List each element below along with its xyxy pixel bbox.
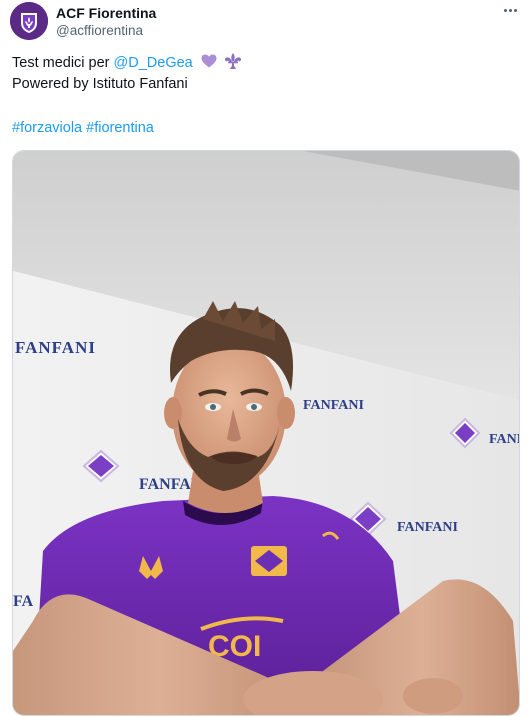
more-options-icon[interactable] <box>498 0 522 20</box>
tweet-line-1: Test medici per @D_DeGea <box>12 52 243 74</box>
tweet-text-prefix: Test medici per <box>12 55 114 71</box>
mention-link[interactable]: @D_DeGea <box>114 55 193 71</box>
account-identity: ACF Fiorentina @acffiorentina <box>56 4 156 40</box>
hashtag-forzaviola[interactable]: #forzaviola <box>12 120 82 136</box>
account-avatar[interactable] <box>10 2 48 40</box>
svg-text:FANFANI: FANFANI <box>303 398 364 413</box>
tweet-line-2: Powered by Istituto Fanfani <box>12 76 188 92</box>
tweet-text: Test medici per @D_DeGea Powered by Isti… <box>12 52 243 95</box>
purple-heart-icon <box>201 54 217 68</box>
photo-goalkeeper: FANFANI FANFANI FANFANI FANFANI FANFANI … <box>13 151 520 715</box>
hashtag-line: #forzaviola #fiorentina <box>12 118 154 139</box>
svg-text:FANFANI: FANFANI <box>489 432 520 447</box>
svg-text:FANFANI: FANFANI <box>15 338 96 357</box>
fiorentina-crest-icon <box>10 2 48 40</box>
fleur-de-lis-icon <box>224 53 241 69</box>
svg-text:FANFANI: FANFANI <box>397 520 458 535</box>
hashtag-fiorentina[interactable]: #fiorentina <box>86 120 154 136</box>
display-name[interactable]: ACF Fiorentina <box>56 4 156 22</box>
account-handle[interactable]: @acffiorentina <box>56 22 156 40</box>
svg-text:FA: FA <box>13 593 34 610</box>
tweet-card: ACF Fiorentina @acffiorentina Test medic… <box>0 0 532 717</box>
tweet-photo[interactable]: FANFANI FANFANI FANFANI FANFANI FANFANI … <box>12 150 520 716</box>
